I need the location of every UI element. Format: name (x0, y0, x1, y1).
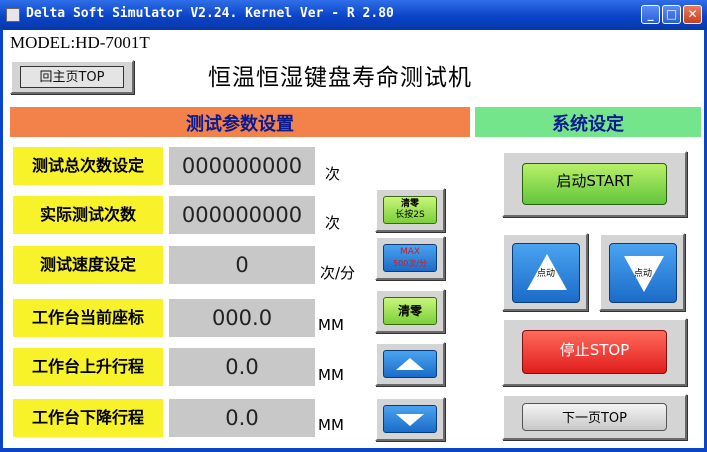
actual-count-unit: 次 (325, 214, 341, 232)
title-bar: Delta Soft Simulator V2.24. Kernel Ver -… (0, 0, 707, 30)
total-count-label: 测试总次数设定 (13, 147, 163, 185)
jog-up-label: 点动 (536, 269, 555, 279)
clear-hold-face: 清零 长按2S (383, 196, 437, 224)
current-position-label: 工作台当前座标 (13, 299, 163, 337)
max-speed-button[interactable]: MAX 500次/分 (375, 236, 445, 280)
next-page-button[interactable]: 下一页TOP (502, 394, 687, 440)
down-stroke-unit: MM (318, 416, 344, 434)
minimize-icon[interactable]: _ (641, 5, 660, 24)
window-title: Delta Soft Simulator V2.24. Kernel Ver -… (26, 6, 394, 21)
max-speed-line2: 500次/分 (393, 259, 427, 268)
start-button[interactable]: 启动START (502, 151, 687, 217)
jog-down-button[interactable]: 点动 (599, 233, 685, 311)
test-speed-value[interactable]: 0 (169, 246, 315, 284)
page-title: 恒温恒湿键盘寿命测试机 (208, 65, 472, 91)
test-speed-unit: 次/分 (320, 264, 356, 282)
down-stroke-value[interactable]: 0.0 (169, 399, 315, 437)
clear-hold-line1: 清零 (400, 199, 419, 209)
jog-down-label: 点动 (633, 269, 652, 279)
clear-label: 清零 (397, 304, 422, 318)
home-top-label: 回主页TOP (20, 66, 124, 88)
clear-hold-line2: 长按2S (395, 210, 425, 220)
actual-count-value: 000000000 (169, 196, 315, 234)
app-icon (6, 8, 20, 22)
arrow-up-icon (396, 358, 424, 370)
clear-button[interactable]: 清零 (375, 289, 445, 333)
arrow-down-icon (396, 414, 424, 426)
jog-down-face: 点动 (609, 243, 677, 303)
up-stroke-value[interactable]: 0.0 (169, 348, 315, 386)
clear-hold-button[interactable]: 清零 长按2S (375, 188, 445, 232)
close-icon[interactable]: ✕ (683, 5, 702, 24)
stop-button[interactable]: 停止STOP (502, 318, 687, 386)
test-params-title: 测试参数设置 (186, 114, 294, 135)
jog-up-button[interactable]: 点动 (502, 233, 588, 311)
current-position-unit: MM (318, 316, 344, 334)
up-stroke-label: 工作台上升行程 (13, 348, 163, 386)
clear-face: 清零 (383, 297, 437, 325)
system-settings-title: 系统设定 (552, 114, 624, 135)
raise-stroke-button[interactable] (375, 342, 445, 386)
next-page-label: 下一页TOP (522, 403, 667, 431)
down-stroke-label: 工作台下降行程 (13, 399, 163, 437)
current-position-value: 000.0 (169, 299, 315, 337)
system-settings-header: 系统设定 (475, 107, 701, 137)
max-speed-line1: MAX (399, 247, 421, 257)
total-count-value[interactable]: 000000000 (169, 147, 315, 185)
lower-stroke-face (383, 405, 437, 433)
model-label: MODEL:HD-7001T (10, 33, 150, 52)
actual-count-label: 实际测试次数 (13, 196, 163, 234)
test-speed-label: 测试速度设定 (13, 246, 163, 284)
total-count-unit: 次 (325, 165, 341, 183)
stop-label: 停止STOP (522, 330, 667, 374)
raise-stroke-face (383, 350, 437, 378)
start-label: 启动START (522, 163, 667, 205)
max-speed-face: MAX 500次/分 (383, 244, 437, 272)
up-stroke-unit: MM (318, 366, 344, 384)
lower-stroke-button[interactable] (375, 397, 445, 441)
home-top-button[interactable]: 回主页TOP (10, 60, 134, 94)
test-params-header: 测试参数设置 (10, 107, 470, 137)
jog-up-face: 点动 (512, 243, 580, 303)
maximize-icon[interactable]: □ (662, 5, 681, 24)
